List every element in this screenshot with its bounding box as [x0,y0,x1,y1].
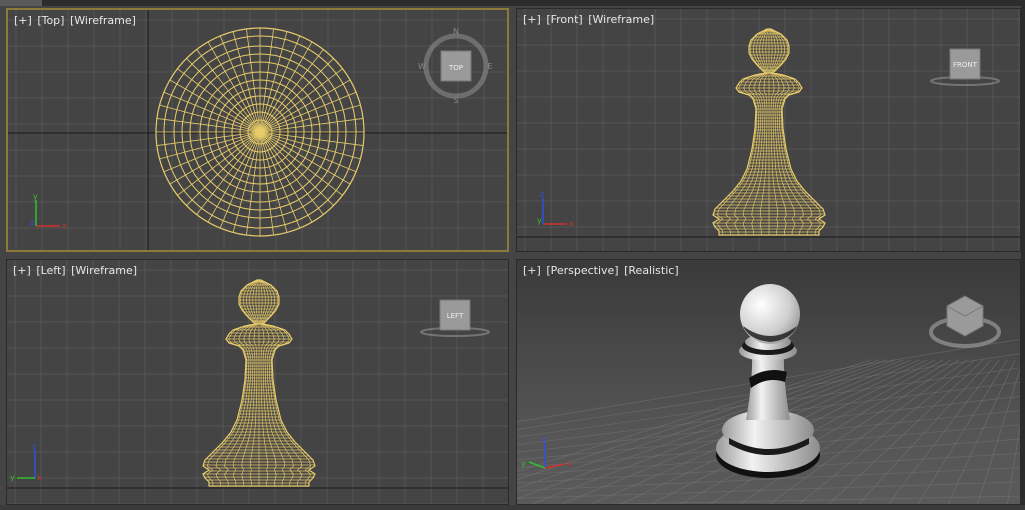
viewport-label-top: [+] [Top] [Wireframe] [14,14,138,27]
pawn-wireframe-top[interactable] [155,27,365,237]
viewport-point-of-view[interactable]: [Left] [36,264,65,277]
viewport-menu-plus[interactable]: [+] [13,264,31,277]
viewport-shading-mode[interactable]: [Wireframe] [588,13,654,26]
bottom-status-strip [0,505,1025,510]
axis-z-label: z [542,434,546,443]
view-cube-label: FRONT [953,61,978,69]
viewport-menu-plus[interactable]: [+] [523,13,541,26]
viewport-point-of-view[interactable]: [Top] [37,14,64,27]
viewport-perspective[interactable]: [+] [Perspective] [Realistic] z y x [516,259,1021,505]
axis-y-label: y [10,473,15,482]
compass-east: E [487,62,492,71]
view-cube-perspective[interactable] [929,295,1001,348]
view-cube-top[interactable]: TOP N S E W [418,27,492,105]
axis-y-label: y [33,192,38,201]
view-cube-label: LEFT [447,312,464,320]
viewport-front[interactable]: [+] [Front] [Wireframe] FRONT x z y [516,8,1021,252]
axis-z-label: z [32,442,36,451]
viewport-label-front: [+] [Front] [Wireframe] [523,13,656,26]
menu-tab[interactable] [0,0,42,6]
axis-y-label: y [521,459,526,468]
viewport-point-of-view[interactable]: [Perspective] [546,264,618,277]
viewport-canvas-top: TOP N S E W x y z [8,10,507,250]
axis-x-label: x [569,219,574,228]
viewport-menu-plus[interactable]: [+] [14,14,32,27]
viewport-top[interactable]: [+] [Top] [Wireframe] TOP N S E W x y z [6,8,509,252]
viewport-canvas-left: LEFT z y x [7,260,508,504]
compass-west: W [418,62,426,71]
compass-south: S [453,96,458,105]
top-menu-strip [0,0,1025,6]
viewport-label-left: [+] [Left] [Wireframe] [13,264,139,277]
viewport-point-of-view[interactable]: [Front] [546,13,582,26]
viewport-canvas-perspective: z y x [517,284,1020,504]
viewport-left[interactable]: [+] [Left] [Wireframe] LEFT z y x [6,259,509,505]
viewport-shading-mode[interactable]: [Wireframe] [70,14,136,27]
viewport-shading-mode[interactable]: [Realistic] [624,264,679,277]
compass-north: N [453,27,459,36]
pawn-wireframe-front[interactable] [712,28,826,236]
right-edge-panel [1021,6,1025,505]
axis-z-label: z [540,190,544,199]
axis-z-label: z [30,218,34,227]
axis-y-label: y [537,216,542,225]
axis-x-label: x [37,473,42,482]
viewport-label-perspective: [+] [Perspective] [Realistic] [523,264,681,277]
axis-x-label: x [62,221,67,230]
view-cube-label: TOP [448,64,463,72]
viewport-canvas-front: FRONT x z y [517,9,1020,251]
pawn-wireframe-left[interactable] [202,279,316,487]
viewport-menu-plus[interactable]: [+] [523,264,541,277]
axis-tripod-icon: x z y [537,190,574,228]
viewport-shading-mode[interactable]: [Wireframe] [71,264,137,277]
axis-x-label: x [567,459,572,468]
axis-tripod-icon: x y z [30,192,67,230]
